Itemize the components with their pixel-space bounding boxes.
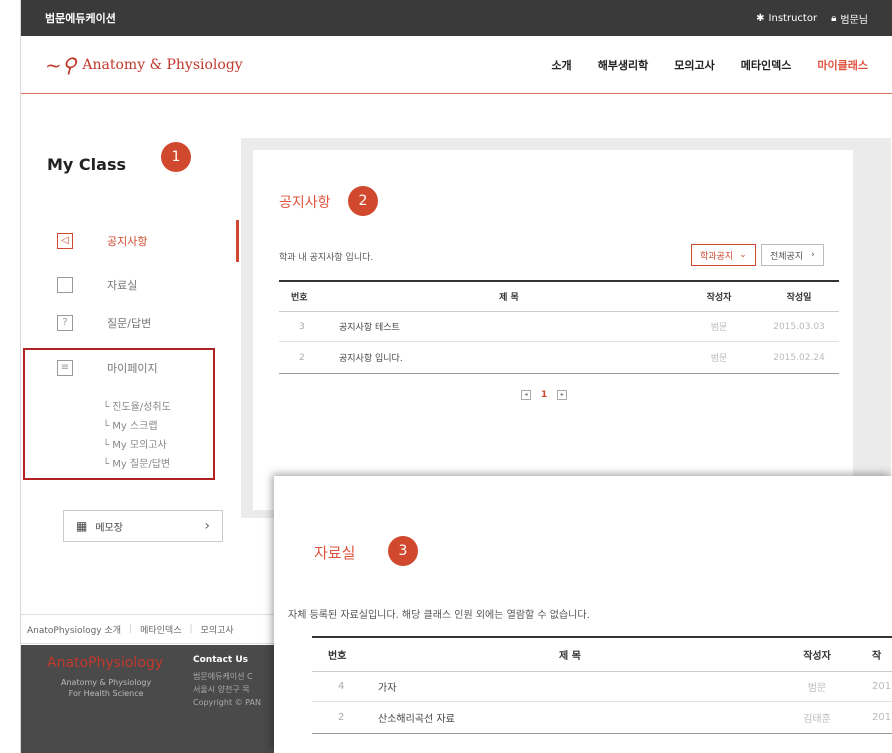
calendar-icon: ▦ (76, 519, 88, 533)
sidebar-item-archive[interactable]: 자료실 (57, 277, 137, 293)
footer-brand: AnatoPhysiology (47, 655, 164, 671)
archive-title: 자료실 (314, 544, 356, 562)
footer-link-mock-exam[interactable]: 모의고사 (201, 623, 234, 636)
subitem-mock-exam[interactable]: └ My 모의고사 (103, 436, 167, 451)
nav-intro[interactable]: 소개 (551, 57, 571, 73)
footer-link-about[interactable]: AnatoPhysiology 소개 (27, 623, 121, 636)
footer-link-meta-index[interactable]: 메타인덱스 (140, 623, 181, 636)
site-footer: AnatoPhysiology Anatomy & Physiology For… (21, 645, 291, 753)
question-icon: ? (57, 315, 73, 331)
brand-name[interactable]: 범문에듀케이션 (45, 10, 116, 26)
table-row[interactable]: 3 공지사항 테스트 범문 2015.03.03 (279, 312, 839, 342)
megaphone-icon: ◁ (57, 233, 73, 249)
callout-badge-3: 3 (388, 536, 418, 566)
next-page-icon[interactable]: ▸ (557, 390, 568, 400)
logo-text: Anatomy & Physiology (82, 56, 243, 73)
top-bar-right: ✱ Instructor 🔒︎ 범문님 (756, 11, 868, 26)
site-header: ~⚲ Anatomy & Physiology 소개 해부생리학 모의고사 메타… (21, 36, 892, 94)
runner-logo-icon: ~⚲ (45, 52, 77, 77)
footer-contact-info: 범문에듀케이션 C 서울시 양천구 목 Copyright © PAN (193, 672, 261, 707)
archive-table-header: 번호 제 목 작성자 작 (312, 636, 892, 672)
notice-table-header: 번호 제 목 작성자 작성일 (279, 280, 839, 312)
lock-icon: 🔒︎ (831, 12, 837, 24)
site-logo[interactable]: ~⚲ Anatomy & Physiology (45, 53, 243, 77)
pagination: ◂ 1 ▸ (521, 390, 568, 400)
table-row[interactable]: 2 공지사항 입니다. 범문 2015.02.24 (279, 342, 839, 374)
sidebar-item-qna[interactable]: ? 질문/답변 (57, 315, 151, 331)
subitem-progress[interactable]: └ 진도율/성취도 (103, 398, 171, 413)
instructor-label: Instructor (768, 12, 818, 24)
footer-links: AnatoPhysiology 소개 | 메타인덱스 | 모의고사 (21, 614, 291, 644)
callout-badge-1: 1 (161, 142, 191, 172)
callout-badge-2: 2 (348, 186, 378, 216)
nav-my-class[interactable]: 마이클래스 (817, 57, 868, 73)
instructor-link[interactable]: ✱ Instructor (756, 13, 817, 24)
archive-panel: 자료실 3 자체 등록된 자료실입니다. 해당 클래스 인원 외에는 열람할 수… (274, 476, 892, 753)
all-notice-button[interactable]: 전체공지 › (761, 244, 824, 266)
top-bar: 범문에듀케이션 ✱ Instructor 🔒︎ 범문님 (21, 0, 892, 36)
table-row[interactable]: 2 산소해리곡선 자료 김태훈 201 (312, 702, 892, 734)
active-indicator (236, 220, 239, 262)
prev-page-icon[interactable]: ◂ (521, 390, 531, 400)
table-row[interactable]: 4 가자 범문 201 (312, 672, 892, 702)
subitem-my-qna[interactable]: └ My 질문/답변 (103, 455, 170, 470)
sidebar-item-notice[interactable]: ◁ 공지사항 (57, 233, 147, 249)
gear-icon: ✱ (756, 12, 765, 24)
notice-description: 학과 내 공지사항 입니다. (279, 253, 374, 263)
chevron-down-icon: ⌄ (739, 250, 747, 260)
sidebar-item-label: 공지사항 (107, 235, 148, 248)
memo-label: 메모장 (95, 522, 123, 534)
subitem-scrap[interactable]: └ My 스크랩 (103, 417, 158, 432)
sidebar-item-label: 자료실 (107, 279, 138, 292)
chevron-right-icon: › (204, 518, 210, 534)
sidebar-title: My Class (47, 155, 126, 174)
sidebar-item-label: 질문/답변 (107, 317, 152, 330)
current-page[interactable]: 1 (541, 390, 547, 400)
chevron-right-icon: › (811, 250, 815, 260)
footer-contact-title: Contact Us (193, 655, 249, 665)
nav-anatomy[interactable]: 해부생리학 (598, 57, 649, 73)
memo-button[interactable]: ▦ 메모장 › (63, 510, 223, 542)
user-link[interactable]: 🔒︎ 범문님 (831, 11, 868, 26)
category-notice-dropdown[interactable]: 학과공지 ⌄ (691, 244, 756, 266)
user-label: 범문님 (840, 14, 868, 26)
footer-tagline: Anatomy & Physiology For Health Science (61, 678, 152, 698)
folder-icon (57, 277, 73, 293)
archive-description: 자체 등록된 자료실입니다. 해당 클래스 인원 외에는 열람할 수 없습니다. (288, 610, 590, 621)
main-nav: 소개 해부생리학 모의고사 메타인덱스 마이클래스 (551, 57, 868, 73)
nav-mock-exam[interactable]: 모의고사 (674, 57, 714, 73)
notice-title: 공지사항 (279, 195, 331, 211)
nav-meta-index[interactable]: 메타인덱스 (741, 57, 792, 73)
